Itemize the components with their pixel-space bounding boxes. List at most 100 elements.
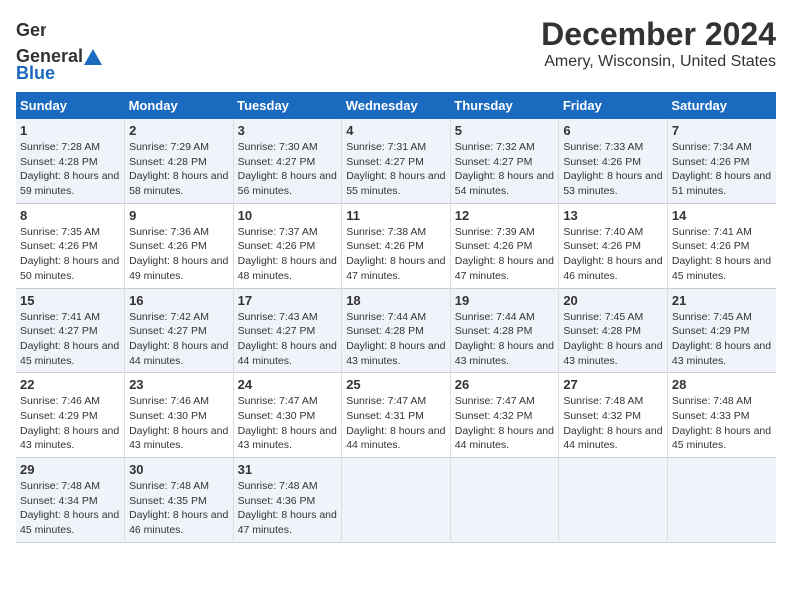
day-cell: 24 Sunrise: 7:47 AM Sunset: 4:30 PM Dayl… [233, 373, 342, 458]
day-cell: 28 Sunrise: 7:48 AM Sunset: 4:33 PM Dayl… [667, 373, 776, 458]
day-cell [450, 458, 559, 543]
day-number: 19 [455, 293, 555, 308]
day-cell: 5 Sunrise: 7:32 AM Sunset: 4:27 PM Dayli… [450, 119, 559, 203]
day-cell: 16 Sunrise: 7:42 AM Sunset: 4:27 PM Dayl… [125, 288, 234, 373]
day-cell: 27 Sunrise: 7:48 AM Sunset: 4:32 PM Dayl… [559, 373, 668, 458]
day-info: Sunrise: 7:45 AM Sunset: 4:28 PM Dayligh… [563, 310, 663, 369]
day-number: 3 [238, 123, 338, 138]
logo: General General Blue [16, 16, 103, 84]
day-info: Sunrise: 7:43 AM Sunset: 4:27 PM Dayligh… [238, 310, 338, 369]
day-number: 17 [238, 293, 338, 308]
day-number: 4 [346, 123, 446, 138]
day-number: 13 [563, 208, 663, 223]
day-cell: 6 Sunrise: 7:33 AM Sunset: 4:26 PM Dayli… [559, 119, 668, 203]
col-header-saturday: Saturday [667, 92, 776, 119]
day-info: Sunrise: 7:42 AM Sunset: 4:27 PM Dayligh… [129, 310, 229, 369]
logo-blue: Blue [16, 63, 55, 84]
day-info: Sunrise: 7:44 AM Sunset: 4:28 PM Dayligh… [455, 310, 555, 369]
day-cell: 20 Sunrise: 7:45 AM Sunset: 4:28 PM Dayl… [559, 288, 668, 373]
day-cell: 29 Sunrise: 7:48 AM Sunset: 4:34 PM Dayl… [16, 458, 125, 543]
title-block: December 2024 Amery, Wisconsin, United S… [541, 16, 776, 71]
day-cell: 8 Sunrise: 7:35 AM Sunset: 4:26 PM Dayli… [16, 203, 125, 288]
day-info: Sunrise: 7:45 AM Sunset: 4:29 PM Dayligh… [672, 310, 772, 369]
day-cell: 3 Sunrise: 7:30 AM Sunset: 4:27 PM Dayli… [233, 119, 342, 203]
week-row-1: 1 Sunrise: 7:28 AM Sunset: 4:28 PM Dayli… [16, 119, 776, 203]
header-row: SundayMondayTuesdayWednesdayThursdayFrid… [16, 92, 776, 119]
day-cell: 12 Sunrise: 7:39 AM Sunset: 4:26 PM Dayl… [450, 203, 559, 288]
day-number: 16 [129, 293, 229, 308]
day-number: 9 [129, 208, 229, 223]
day-cell [559, 458, 668, 543]
day-cell: 31 Sunrise: 7:48 AM Sunset: 4:36 PM Dayl… [233, 458, 342, 543]
day-info: Sunrise: 7:34 AM Sunset: 4:26 PM Dayligh… [672, 140, 772, 199]
day-number: 25 [346, 377, 446, 392]
day-cell: 26 Sunrise: 7:47 AM Sunset: 4:32 PM Dayl… [450, 373, 559, 458]
day-number: 14 [672, 208, 772, 223]
day-info: Sunrise: 7:41 AM Sunset: 4:27 PM Dayligh… [20, 310, 120, 369]
day-info: Sunrise: 7:37 AM Sunset: 4:26 PM Dayligh… [238, 225, 338, 284]
day-cell: 13 Sunrise: 7:40 AM Sunset: 4:26 PM Dayl… [559, 203, 668, 288]
col-header-friday: Friday [559, 92, 668, 119]
day-number: 18 [346, 293, 446, 308]
day-cell: 15 Sunrise: 7:41 AM Sunset: 4:27 PM Dayl… [16, 288, 125, 373]
day-info: Sunrise: 7:40 AM Sunset: 4:26 PM Dayligh… [563, 225, 663, 284]
logo-arrow-icon [84, 49, 102, 65]
calendar-table: SundayMondayTuesdayWednesdayThursdayFrid… [16, 92, 776, 543]
day-number: 7 [672, 123, 772, 138]
day-info: Sunrise: 7:31 AM Sunset: 4:27 PM Dayligh… [346, 140, 446, 199]
day-info: Sunrise: 7:48 AM Sunset: 4:35 PM Dayligh… [129, 479, 229, 538]
week-row-4: 22 Sunrise: 7:46 AM Sunset: 4:29 PM Dayl… [16, 373, 776, 458]
week-row-3: 15 Sunrise: 7:41 AM Sunset: 4:27 PM Dayl… [16, 288, 776, 373]
day-cell [667, 458, 776, 543]
day-number: 11 [346, 208, 446, 223]
day-info: Sunrise: 7:35 AM Sunset: 4:26 PM Dayligh… [20, 225, 120, 284]
day-cell: 25 Sunrise: 7:47 AM Sunset: 4:31 PM Dayl… [342, 373, 451, 458]
day-number: 29 [20, 462, 120, 477]
day-number: 28 [672, 377, 772, 392]
day-info: Sunrise: 7:48 AM Sunset: 4:33 PM Dayligh… [672, 394, 772, 453]
day-cell: 23 Sunrise: 7:46 AM Sunset: 4:30 PM Dayl… [125, 373, 234, 458]
day-number: 8 [20, 208, 120, 223]
day-number: 26 [455, 377, 555, 392]
day-cell: 19 Sunrise: 7:44 AM Sunset: 4:28 PM Dayl… [450, 288, 559, 373]
day-number: 10 [238, 208, 338, 223]
col-header-thursday: Thursday [450, 92, 559, 119]
day-cell: 30 Sunrise: 7:48 AM Sunset: 4:35 PM Dayl… [125, 458, 234, 543]
day-info: Sunrise: 7:41 AM Sunset: 4:26 PM Dayligh… [672, 225, 772, 284]
day-number: 31 [238, 462, 338, 477]
day-info: Sunrise: 7:46 AM Sunset: 4:30 PM Dayligh… [129, 394, 229, 453]
day-info: Sunrise: 7:47 AM Sunset: 4:32 PM Dayligh… [455, 394, 555, 453]
day-number: 27 [563, 377, 663, 392]
day-info: Sunrise: 7:28 AM Sunset: 4:28 PM Dayligh… [20, 140, 120, 199]
day-number: 12 [455, 208, 555, 223]
day-cell: 9 Sunrise: 7:36 AM Sunset: 4:26 PM Dayli… [125, 203, 234, 288]
day-number: 20 [563, 293, 663, 308]
day-info: Sunrise: 7:46 AM Sunset: 4:29 PM Dayligh… [20, 394, 120, 453]
day-cell: 18 Sunrise: 7:44 AM Sunset: 4:28 PM Dayl… [342, 288, 451, 373]
day-number: 23 [129, 377, 229, 392]
day-info: Sunrise: 7:47 AM Sunset: 4:30 PM Dayligh… [238, 394, 338, 453]
page-header: General General Blue December 2024 Amery… [16, 16, 776, 84]
page-subtitle: Amery, Wisconsin, United States [541, 53, 776, 71]
day-cell: 17 Sunrise: 7:43 AM Sunset: 4:27 PM Dayl… [233, 288, 342, 373]
day-info: Sunrise: 7:39 AM Sunset: 4:26 PM Dayligh… [455, 225, 555, 284]
day-cell: 10 Sunrise: 7:37 AM Sunset: 4:26 PM Dayl… [233, 203, 342, 288]
day-info: Sunrise: 7:47 AM Sunset: 4:31 PM Dayligh… [346, 394, 446, 453]
day-cell: 7 Sunrise: 7:34 AM Sunset: 4:26 PM Dayli… [667, 119, 776, 203]
day-info: Sunrise: 7:44 AM Sunset: 4:28 PM Dayligh… [346, 310, 446, 369]
day-info: Sunrise: 7:33 AM Sunset: 4:26 PM Dayligh… [563, 140, 663, 199]
day-info: Sunrise: 7:30 AM Sunset: 4:27 PM Dayligh… [238, 140, 338, 199]
col-header-sunday: Sunday [16, 92, 125, 119]
day-number: 1 [20, 123, 120, 138]
day-number: 30 [129, 462, 229, 477]
col-header-monday: Monday [125, 92, 234, 119]
week-row-5: 29 Sunrise: 7:48 AM Sunset: 4:34 PM Dayl… [16, 458, 776, 543]
day-cell: 4 Sunrise: 7:31 AM Sunset: 4:27 PM Dayli… [342, 119, 451, 203]
day-number: 15 [20, 293, 120, 308]
day-cell [342, 458, 451, 543]
day-info: Sunrise: 7:48 AM Sunset: 4:32 PM Dayligh… [563, 394, 663, 453]
logo-icon: General [16, 16, 46, 46]
col-header-wednesday: Wednesday [342, 92, 451, 119]
day-number: 6 [563, 123, 663, 138]
day-cell: 1 Sunrise: 7:28 AM Sunset: 4:28 PM Dayli… [16, 119, 125, 203]
